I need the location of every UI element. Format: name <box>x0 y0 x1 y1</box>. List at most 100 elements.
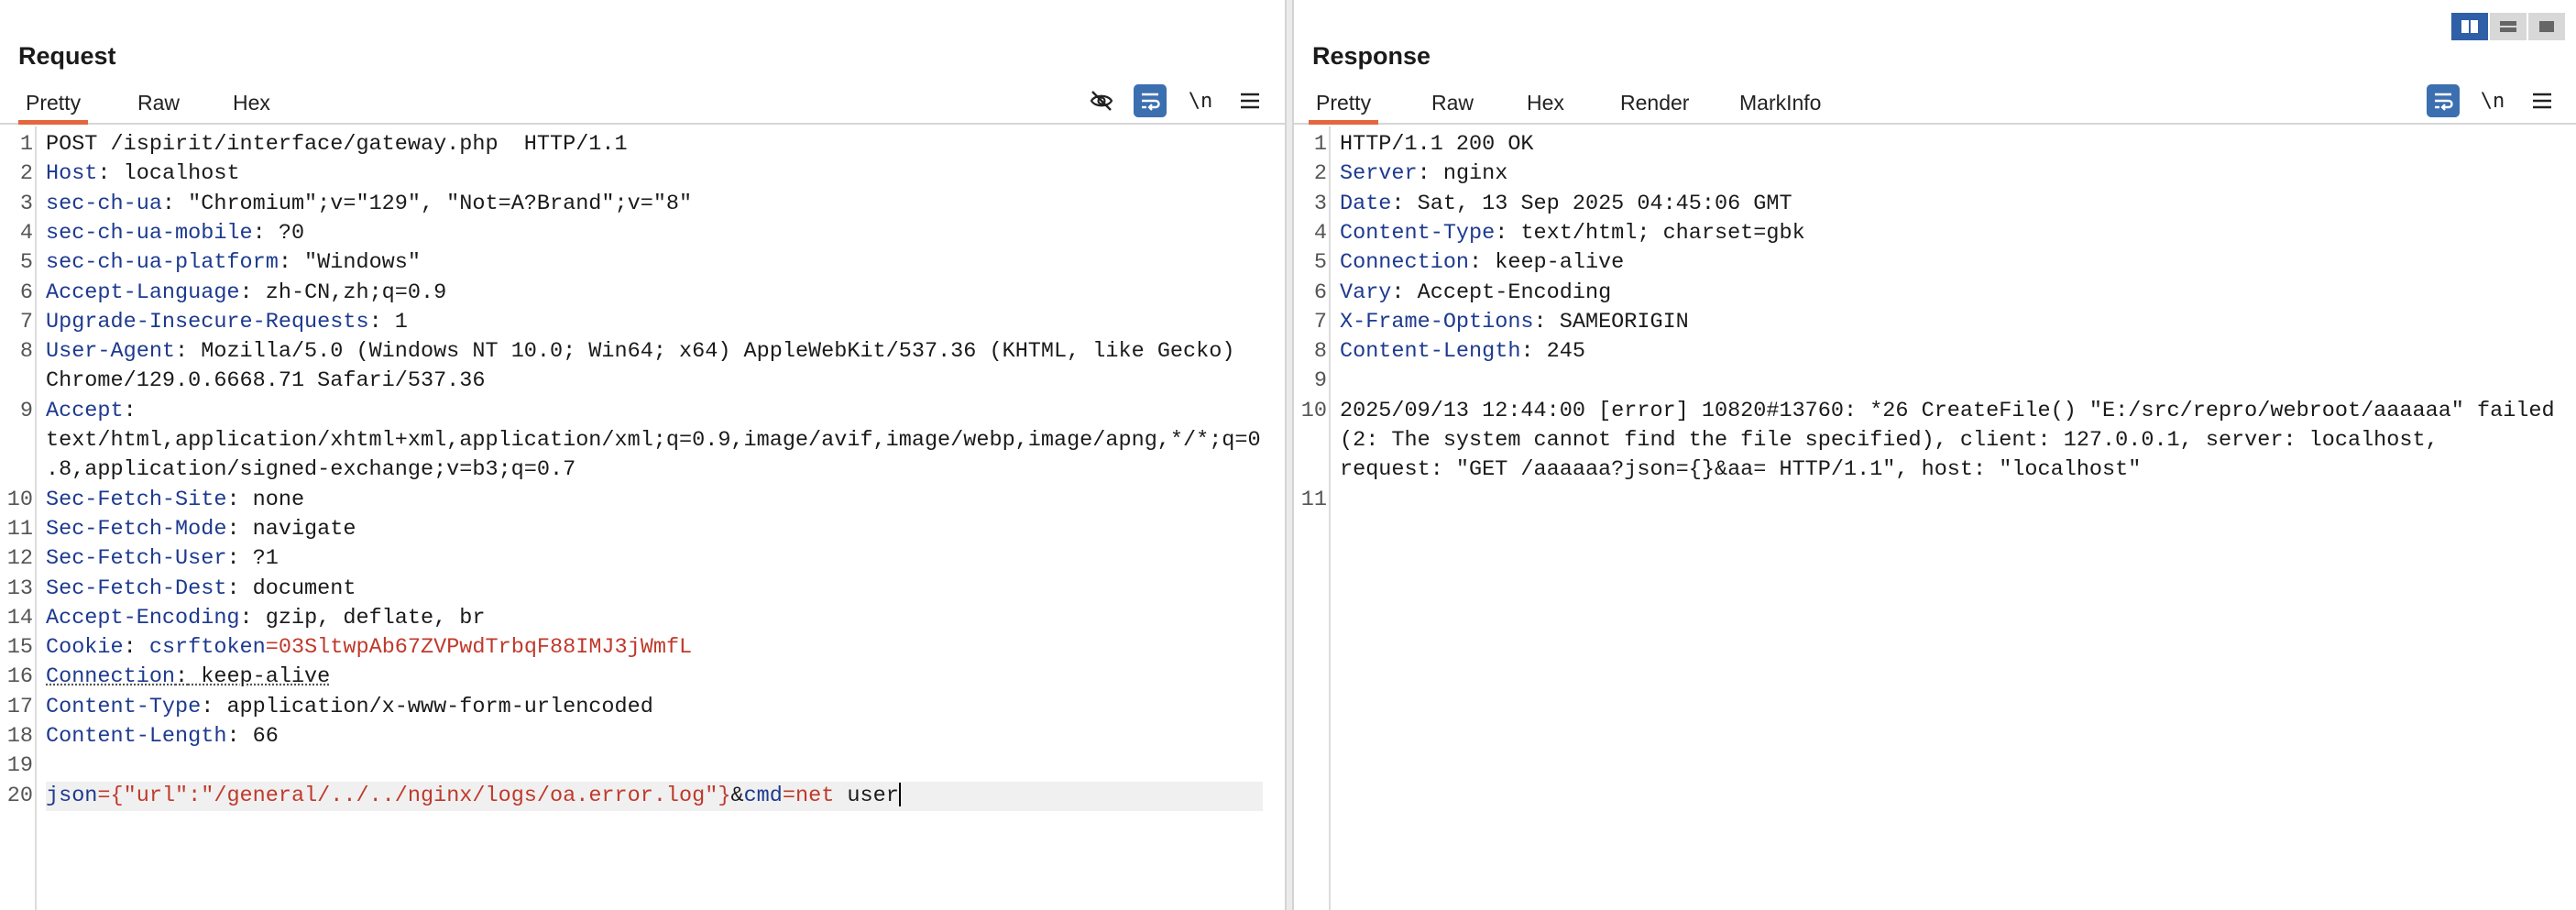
eye-off-icon[interactable] <box>1085 84 1118 117</box>
header-value: 245 <box>1533 339 1585 365</box>
header-name: Host <box>46 161 98 187</box>
header-colon: : <box>1533 309 1547 334</box>
header-value: keep-alive <box>1482 250 1625 276</box>
header-name: sec-ch-ua-platform <box>46 250 279 276</box>
hamburger-menu-icon[interactable] <box>1233 84 1266 117</box>
newline-toggle[interactable]: \n <box>1184 84 1217 117</box>
line-number: 20 <box>6 783 33 808</box>
line-number: 19 <box>6 753 33 779</box>
header-name: sec-ch-ua <box>46 191 162 216</box>
tab-render[interactable]: Render <box>1613 84 1696 125</box>
header-value: text/html,application/xhtml+xml,applicat… <box>46 428 1261 453</box>
code-line: 2025/09/13 12:44:00 [error] 10820#13760:… <box>1340 397 2555 426</box>
word-wrap-icon[interactable] <box>1134 84 1167 117</box>
line-number: 4 <box>19 220 33 246</box>
cookie-name: csrftoken <box>148 635 266 661</box>
header-value: keep-alive <box>188 664 331 690</box>
body-param-value: net <box>795 783 835 808</box>
tab-hex[interactable]: Hex <box>225 84 278 125</box>
single-pane-icon[interactable] <box>2528 13 2565 40</box>
header-value: navigate <box>239 516 356 542</box>
tab-pretty[interactable]: Pretty <box>1309 84 1379 125</box>
hamburger-menu-icon[interactable] <box>2526 84 2559 117</box>
line-number: 2 <box>19 161 33 187</box>
header-colon: : <box>368 309 382 334</box>
text-caret <box>898 783 901 807</box>
tab-hex[interactable]: Hex <box>1519 84 1572 125</box>
layout-switcher <box>2451 13 2565 40</box>
code-line: Content-Type: application/x-www-form-url… <box>46 693 1263 722</box>
line-number: 11 <box>6 516 33 542</box>
code-line: Sec-Fetch-Site: none <box>46 486 1263 515</box>
header-colon: : <box>239 605 253 630</box>
header-value: text/html; charset=gbk <box>1507 220 1805 246</box>
code-line: HTTP/1.1 200 OK <box>1340 130 2550 159</box>
code-line: Sec-Fetch-Mode: navigate <box>46 515 1263 544</box>
header-name: Connection <box>46 664 176 690</box>
header-colon: : <box>161 191 176 216</box>
header-value: gzip, deflate, br <box>252 605 486 630</box>
body-tail: user <box>834 783 899 808</box>
header-value: (2: The system cannot find the file spec… <box>1340 428 2439 453</box>
header-colon: : <box>1469 250 1483 276</box>
header-colon: : <box>97 161 111 187</box>
tab-raw[interactable]: Raw <box>130 84 187 125</box>
code-line: Vary: Accept-Encoding <box>1340 279 2550 308</box>
tab-markinfo[interactable]: MarkInfo <box>1732 84 1828 125</box>
header-name: Upgrade-Insecure-Requests <box>46 309 369 334</box>
line-number: 6 <box>19 280 33 305</box>
header-name: Connection <box>1340 250 1470 276</box>
code-line: .8,application/signed-exchange;v=b3;q=0.… <box>46 455 1263 485</box>
response-editor[interactable]: 1 HTTP/1.1 200 OK 2 Server: nginx 3 Date: Sat… <box>1294 126 2563 910</box>
cookie-value: 03SltwpAb67ZVPwdTrbqF88IMJ3jWmfL <box>278 635 693 661</box>
line-number: 13 <box>6 576 33 601</box>
header-name: Sec-Fetch-Mode <box>46 516 227 542</box>
header-value: 66 <box>239 724 279 749</box>
line-number: 11 <box>1300 487 1327 512</box>
line-number: 15 <box>6 635 33 661</box>
newline-toggle[interactable]: \n <box>2476 84 2509 117</box>
line-number: 8 <box>1313 339 1327 365</box>
header-value: 1 <box>381 309 408 334</box>
header-value: localhost <box>110 161 240 187</box>
line-number: 3 <box>19 191 33 216</box>
header-name: Server <box>1340 161 1418 187</box>
header-colon: : <box>278 250 291 276</box>
header-value <box>137 635 149 660</box>
line-number: 1 <box>19 132 33 157</box>
header-value: Sat, 13 Sep 2025 04:45:06 GMT <box>1404 191 1792 216</box>
header-name: Sec-Fetch-Dest <box>46 576 227 601</box>
header-name: Accept-Language <box>46 280 240 305</box>
split-horizontal-icon[interactable] <box>2451 13 2488 40</box>
equals-sign: = <box>782 783 795 808</box>
code-line: Upgrade-Insecure-Requests: 1 <box>46 308 1263 337</box>
header-name: Accept-Encoding <box>46 605 240 630</box>
line-number: 3 <box>1313 191 1327 216</box>
tab-pretty[interactable]: Pretty <box>18 84 89 125</box>
tab-raw[interactable]: Raw <box>1424 84 1481 125</box>
response-pane: Response Pretty Raw Hex Render MarkInfo … <box>1294 0 2576 910</box>
equals-sign: = <box>265 635 279 661</box>
code-line: sec-ch-ua: "Chromium";v="129", "Not=A?Br… <box>46 190 1263 219</box>
code-line: Sec-Fetch-User: ?1 <box>46 544 1263 574</box>
header-value: nginx <box>1430 161 1508 187</box>
header-colon: : <box>1417 161 1431 187</box>
header-name: sec-ch-ua-mobile <box>46 220 253 246</box>
header-colon: : <box>226 487 240 512</box>
header-name: Date <box>1340 191 1392 216</box>
code-line: User-Agent: Mozilla/5.0 (Windows NT 10.0… <box>46 337 1263 367</box>
word-wrap-icon[interactable] <box>2427 84 2460 117</box>
header-value: "Windows" <box>290 250 421 276</box>
body-param-name: json <box>46 783 98 808</box>
body-param-value: {"url":"/general/../../nginx/logs/oa.err… <box>110 783 731 808</box>
request-editor[interactable]: 1 POST /ispirit/interface/gateway.php HTT… <box>0 126 1276 910</box>
line-number: 17 <box>6 694 33 719</box>
header-name: Sec-Fetch-Site <box>46 487 227 512</box>
line-number: 10 <box>1300 398 1327 423</box>
split-vertical-icon[interactable] <box>2490 13 2527 40</box>
code-line: Connection: keep-alive <box>1340 248 2550 278</box>
header-colon: : <box>226 576 240 601</box>
header-name: Content-Length <box>46 724 227 749</box>
pane-splitter[interactable] <box>1285 0 1294 910</box>
request-title: Request <box>18 42 116 70</box>
